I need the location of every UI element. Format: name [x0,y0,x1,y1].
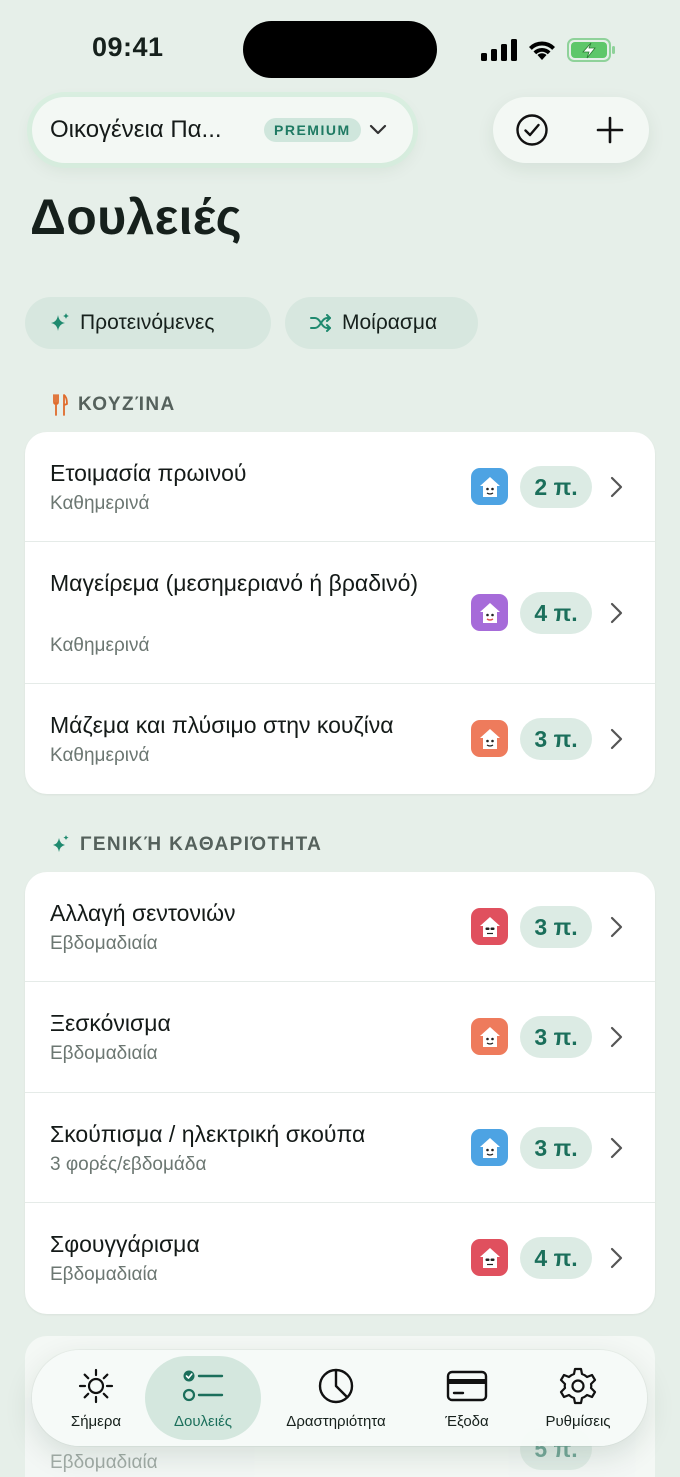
house-face-icon [479,1137,500,1158]
chore-title: Ξεσκόνισμα [50,1010,171,1036]
chore-title: Μαγείρεμα (μεσημεριανό ή βραδινό) [50,570,419,596]
share-chip[interactable]: Μοίρασμα [285,297,478,349]
chevron-right-icon [610,728,623,750]
assignee-avatar [471,1129,508,1166]
chevron-right-icon [610,602,623,624]
chore-title: Σφουγγάρισμα [50,1231,200,1257]
section-header-kitchen: ΚΟΥΖΊΝΑ [52,394,176,416]
status-time: 09:41 [92,32,164,62]
chore-row[interactable]: Σφουγγάρισμα Εβδομαδιαία 4 π. [25,1203,655,1314]
tab-expenses[interactable]: Έξοδα [412,1356,522,1440]
sparkle-icon [51,313,69,331]
chevron-right-icon [610,1137,623,1159]
points-badge: 3 π. [520,718,592,760]
chevron-right-icon [610,1247,623,1269]
chore-frequency: 3 φορές/εβδομάδα [50,1154,207,1175]
pie-chart-icon [317,1367,355,1405]
house-face-icon [479,1247,500,1268]
section-header-general-cleaning: ΓΕΝΙΚΉ ΚΑΘΑΡΙΌΤΗΤΑ [52,834,322,856]
assignee-avatar [471,1239,508,1276]
house-face-icon [479,728,500,749]
battery-charging-icon [567,38,615,62]
dynamic-island [243,21,437,78]
sparkle-icon [53,835,69,852]
chore-frequency: Καθημερινά [50,493,150,514]
points-badge: 2 π. [520,466,592,508]
assignee-avatar [471,908,508,945]
assignee-avatar [471,594,508,631]
section-title: ΓΕΝΙΚΉ ΚΑΘΑΡΙΌΤΗΤΑ [80,834,323,855]
tab-label: Δραστηριότητα [286,1412,386,1430]
chevron-down-icon [369,124,387,136]
assignee-avatar [471,468,508,505]
tab-settings[interactable]: Ρυθμίσεις [522,1356,634,1440]
share-chip-label: Μοίρασμα [342,311,438,334]
credit-card-icon [446,1367,488,1405]
checklist-icon [182,1367,224,1405]
chore-frequency: Καθημερινά [50,745,150,766]
add-chore-button[interactable] [571,97,649,163]
points-badge: 3 π. [520,1016,592,1058]
chore-title: Μάζεμα και πλύσιμο στην κουζίνα [50,712,394,738]
cellular-signal-icon [481,39,517,61]
family-name: Οικογένεια Πα... [50,116,222,143]
points-badge: 3 π. [520,1127,592,1169]
points-badge: 4 π. [520,1237,592,1279]
tab-today[interactable]: Σήμερα [36,1356,156,1440]
assignee-avatar [471,720,508,757]
chore-frequency: Εβδομαδιαία [50,933,158,954]
chevron-right-icon [610,476,623,498]
chore-frequency: Εβδομαδιαία [50,1264,158,1285]
fork-knife-icon [53,394,68,416]
sun-icon [77,1367,115,1405]
shuffle-icon [310,314,331,332]
family-selector[interactable]: Οικογένεια Πα... PREMIUM [32,97,413,163]
chevron-right-icon [610,916,623,938]
chore-row[interactable]: Αλλαγή σεντονιών Εβδομαδιαία 3 π. [25,872,655,982]
tab-chores[interactable]: Δουλειές [145,1356,261,1440]
chore-title: Αλλαγή σεντονιών [50,900,236,926]
tab-label: Έξοδα [445,1412,489,1430]
tab-label: Ρυθμίσεις [545,1412,611,1430]
house-face-icon [479,476,500,497]
page-title: Δουλειές [30,189,242,245]
chore-frequency: Καθημερινά [50,635,150,656]
status-icons [481,36,617,64]
chore-row[interactable]: Ετοιμασία πρωινού Καθημερινά 2 π. [25,432,655,542]
gear-icon [558,1367,598,1405]
checkmark-circle-icon [516,114,548,146]
chevron-right-icon [610,1026,623,1048]
chore-row[interactable]: Μαγείρεμα (μεσημεριανό ή βραδινό) Καθημε… [25,542,655,684]
house-face-icon [479,1026,500,1047]
house-face-icon [479,602,500,623]
chore-title: Σκούπισμα / ηλεκτρική σκούπα [50,1121,366,1147]
suggested-chip[interactable]: Προτεινόμενες [25,297,271,349]
house-face-icon [479,916,500,937]
tab-label: Δουλειές [173,1412,232,1430]
tab-label: Σήμερα [70,1412,122,1430]
chore-title: Ετοιμασία πρωινού [50,460,247,486]
tab-bar: Σήμερα Δουλειές Δραστηριότητα Έξοδα Ρυθμ… [32,1350,647,1446]
tab-activity[interactable]: Δραστηριότητα [268,1356,404,1440]
points-badge: 4 π. [520,592,592,634]
suggested-chip-label: Προτεινόμενες [80,311,215,334]
wifi-icon [529,41,555,60]
chore-frequency: Εβδομαδιαία [50,1043,158,1064]
plus-icon [596,116,624,144]
section-title: ΚΟΥΖΊΝΑ [78,394,176,415]
header-actions [493,97,649,163]
chore-list-kitchen: Ετοιμασία πρωινού Καθημερινά 2 π. Μαγείρ… [25,432,655,794]
assignee-avatar [471,1018,508,1055]
chore-row[interactable]: Ξεσκόνισμα Εβδομαδιαία 3 π. [25,982,655,1093]
chore-list-general-cleaning: Αλλαγή σεντονιών Εβδομαδιαία 3 π. Ξεσκόν… [25,872,655,1314]
premium-badge: PREMIUM [264,118,361,142]
chore-row[interactable]: Σκούπισμα / ηλεκτρική σκούπα 3 φορές/εβδ… [25,1093,655,1203]
points-badge: 3 π. [520,906,592,948]
chore-frequency: Εβδομαδιαία [50,1452,158,1473]
chore-row[interactable]: Μάζεμα και πλύσιμο στην κουζίνα Καθημερι… [25,684,655,794]
select-mode-button[interactable] [493,97,571,163]
status-bar: 09:41 [0,0,680,100]
